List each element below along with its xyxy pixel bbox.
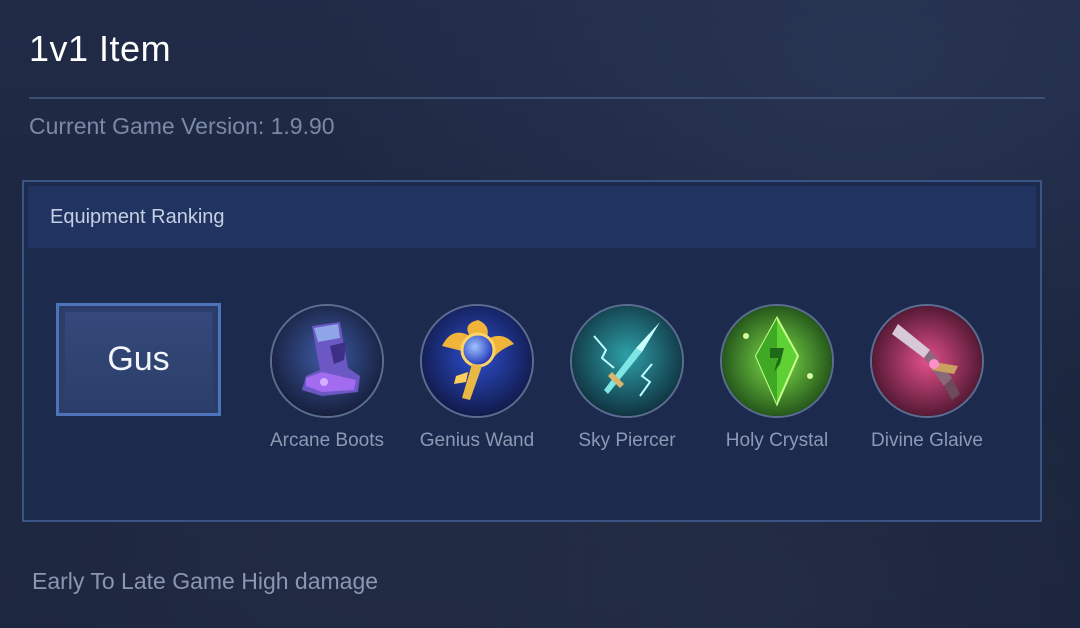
item-label: Holy Crystal [725,430,829,451]
holy-crystal-icon [720,304,834,418]
page-title: 1v1 Item [29,28,172,69]
item-holy-crystal[interactable]: Holy Crystal [702,304,852,452]
panel-header: Equipment Ranking [28,186,1036,248]
item-arcane-boots[interactable]: Arcane Boots [252,304,402,452]
sky-piercer-icon [570,304,684,418]
hero-name: Gus [107,340,170,378]
hero-button[interactable]: Gus [56,303,221,416]
divine-glaive-icon [870,304,984,418]
item-divine-glaive[interactable]: Divine Glaive [852,304,1002,452]
hero-box-inner: Gus [63,310,214,409]
genius-wand-icon [420,304,534,418]
arcane-boots-icon [270,304,384,418]
item-label: Divine Glaive [871,430,983,451]
equipment-ranking-panel: Equipment Ranking Gus Arcane Boots Geniu… [22,180,1042,522]
item-label: Genius Wand [419,430,535,451]
item-genius-wand[interactable]: Genius Wand [402,304,552,452]
title-divider [29,97,1045,99]
item-label: Sky Piercer [578,430,676,451]
item-sky-piercer[interactable]: Sky Piercer [552,304,702,452]
build-note: Early To Late Game High damage [32,568,379,594]
game-version: Current Game Version: 1.9.90 [29,113,335,139]
item-label: Arcane Boots [269,430,385,451]
panel-header-label: Equipment Ranking [50,206,225,228]
